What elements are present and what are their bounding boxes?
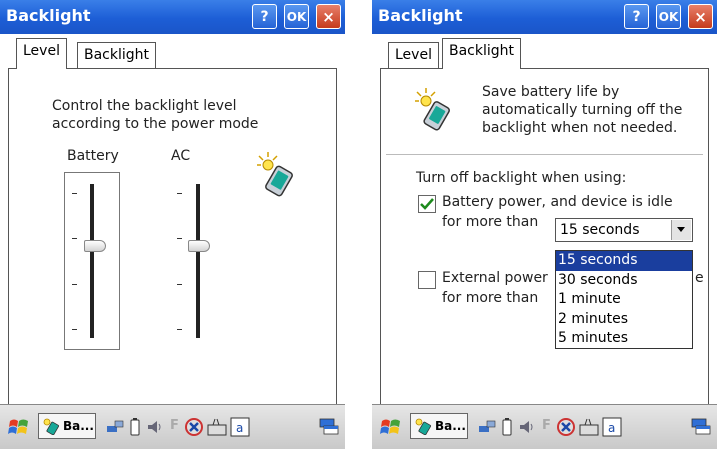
input-panel-a-icon[interactable]: a [602, 417, 622, 437]
tab-backlight[interactable]: Backlight [442, 38, 522, 69]
window-title: Backlight [6, 6, 91, 25]
close-button[interactable]: × [316, 4, 341, 29]
backlight-device-icon [257, 152, 293, 197]
tick [177, 329, 182, 330]
tab-backlight[interactable]: Backlight [77, 42, 157, 68]
battery-slider-thumb[interactable] [84, 239, 106, 252]
battery-option-label[interactable]: Battery power, and device is idle [442, 194, 673, 211]
battery-timeout-value: 15 seconds [560, 222, 640, 238]
info-line2: automatically turning off the [482, 102, 683, 118]
help-button[interactable]: ? [252, 4, 277, 29]
svg-text:a: a [236, 421, 243, 435]
tab-level[interactable]: Level [16, 38, 67, 69]
battery-option-label-line2: for more than [442, 214, 539, 230]
battery-label: Battery [67, 148, 119, 164]
ac-slider-thumb[interactable] [188, 239, 210, 252]
ac-slider-track[interactable] [196, 184, 200, 338]
timeout-options-list[interactable]: 15 seconds 30 seconds 1 minute 2 minutes 5 m… [555, 250, 693, 349]
external-option-label[interactable]: External power [442, 270, 548, 287]
title-bar: Backlight ? OK × [0, 0, 345, 34]
window-title: Backlight [378, 6, 463, 25]
external-power-checkbox[interactable] [418, 271, 436, 289]
ac-label: AC [171, 148, 191, 164]
tick [177, 238, 182, 239]
separator [386, 154, 703, 155]
tab-level[interactable]: Level [388, 42, 439, 68]
title-bar: Backlight ? OK × [372, 0, 717, 34]
backlight-device-icon [415, 88, 450, 131]
taskbar: Ba... F a [372, 404, 717, 449]
panel-border-left [8, 68, 9, 405]
battery-timeout-dropdown[interactable]: 15 seconds [555, 218, 693, 242]
tick [72, 284, 77, 285]
external-option-label-trailing: e [695, 270, 704, 286]
keyboard-icon[interactable] [206, 417, 228, 437]
ok-button[interactable]: OK [284, 4, 309, 29]
info-line3: backlight when not needed. [482, 120, 678, 136]
battery-power-icon[interactable] [128, 417, 142, 437]
svg-text:a: a [608, 421, 615, 435]
taskbar-app-label: Ba... [63, 419, 94, 433]
panel-border-left [380, 68, 381, 405]
input-panel-a-icon[interactable]: a [230, 417, 250, 437]
input-mode-f-icon[interactable]: F [542, 418, 551, 433]
taskbar-app-label: Ba... [435, 419, 466, 433]
tab-divider [380, 68, 709, 69]
tick [72, 193, 77, 194]
tick [177, 193, 182, 194]
sync-icon[interactable] [184, 416, 204, 438]
backlight-app-icon [43, 418, 59, 435]
checkmark-icon [420, 198, 434, 210]
level-description-line2: according to the power mode [52, 116, 259, 132]
timeout-option[interactable]: 15 seconds [556, 251, 692, 271]
timeout-option[interactable]: 5 minutes [556, 329, 692, 349]
panel-border-right [336, 68, 337, 405]
volume-icon[interactable] [518, 418, 536, 436]
close-button[interactable]: × [688, 4, 713, 29]
turn-off-heading: Turn off backlight when using: [416, 170, 627, 186]
battery-slider-track[interactable] [90, 184, 94, 338]
battery-power-icon[interactable] [500, 417, 514, 437]
tick [72, 329, 77, 330]
start-windows-flag-icon[interactable] [7, 415, 31, 439]
tick [72, 238, 77, 239]
keyboard-icon[interactable] [578, 417, 600, 437]
network-icon[interactable] [478, 418, 498, 436]
volume-icon[interactable] [146, 418, 164, 436]
windows-stack-icon[interactable] [318, 417, 340, 437]
panel-border-right [708, 68, 709, 405]
input-mode-f-icon[interactable]: F [170, 418, 179, 433]
info-line1: Save battery life by [482, 84, 620, 100]
timeout-option[interactable]: 2 minutes [556, 310, 692, 330]
timeout-option[interactable]: 1 minute [556, 290, 692, 310]
taskbar-app-button[interactable]: Ba... [410, 413, 468, 439]
backlight-window-level: Backlight ? OK × Level Backlight Control… [0, 0, 345, 449]
windows-stack-icon[interactable] [690, 417, 712, 437]
taskbar: Ba... F a [0, 404, 345, 449]
backlight-window-backlight: Backlight ? OK × Level Backlight Save ba… [372, 0, 717, 449]
chevron-down-icon[interactable] [671, 220, 691, 240]
start-windows-flag-icon[interactable] [379, 415, 403, 439]
external-option-label-line2: for more than [442, 290, 539, 306]
sync-icon[interactable] [556, 416, 576, 438]
ok-button[interactable]: OK [656, 4, 681, 29]
timeout-option[interactable]: 30 seconds [556, 271, 692, 291]
backlight-app-icon [415, 418, 431, 435]
battery-power-checkbox[interactable] [418, 195, 436, 213]
level-description-line1: Control the backlight level [52, 98, 237, 114]
help-button[interactable]: ? [624, 4, 649, 29]
taskbar-app-button[interactable]: Ba... [38, 413, 96, 439]
tick [177, 284, 182, 285]
network-icon[interactable] [106, 418, 126, 436]
